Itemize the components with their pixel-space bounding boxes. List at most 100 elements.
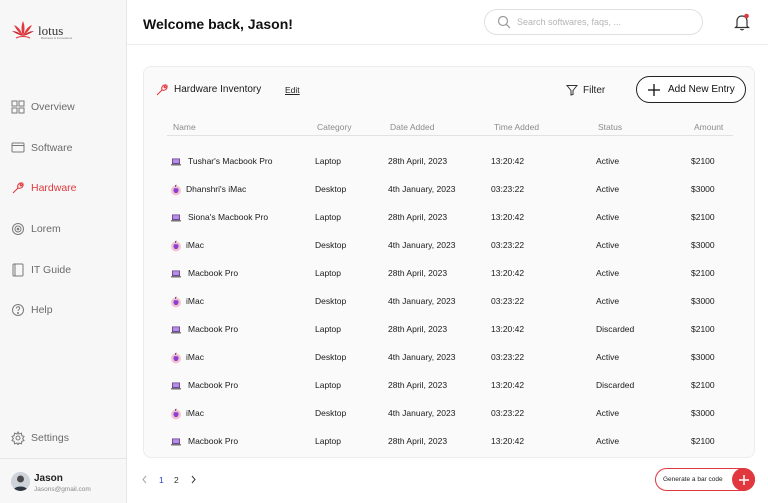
table-row[interactable]: Siona's Macbook Pro Laptop 28th April, 202… [144, 210, 756, 226]
cell-amount: $2100 [691, 380, 715, 390]
cell-category: Laptop [315, 156, 341, 166]
table-row[interactable]: iMac Desktop 4th January, 2023 03:23:22 Acti… [144, 406, 756, 422]
edit-link[interactable]: Edit [285, 85, 300, 95]
cell-status: Active [596, 296, 620, 306]
cell-date-added: 4th January, 2023 [388, 352, 456, 362]
cell-amount: $3000 [691, 352, 715, 362]
user-email: Jasons@gmail.com [34, 486, 91, 493]
cell-status: Active [596, 212, 620, 222]
sidebar-item-it-guide[interactable]: IT Guide [11, 260, 71, 280]
table-row[interactable]: iMac Desktop 4th January, 2023 03:23:22 Acti… [144, 294, 756, 310]
cell-category: Laptop [315, 212, 341, 222]
cell-name: iMac [186, 408, 204, 418]
sidebar-item-lorem[interactable]: Lorem [11, 219, 61, 239]
sidebar-item-label: Settings [31, 432, 69, 444]
divider [0, 458, 127, 459]
sidebar-item-label: Lorem [31, 223, 61, 235]
pagination-next[interactable] [190, 475, 197, 486]
cell-amount: $2100 [691, 156, 715, 166]
generate-barcode-plus-button[interactable] [732, 468, 755, 491]
avatar[interactable] [11, 472, 30, 491]
sidebar-item-help[interactable]: Help [11, 300, 53, 320]
cell-date-added: 28th April, 2023 [388, 268, 448, 278]
table-row[interactable]: iMac Desktop 4th January, 2023 03:23:22 Acti… [144, 350, 756, 366]
plus-icon [738, 474, 749, 485]
target-icon [11, 222, 25, 236]
book-icon [11, 263, 25, 277]
cell-status: Active [596, 268, 620, 278]
column-header-name[interactable]: Name [173, 122, 196, 132]
sidebar-item-hardware[interactable]: Hardware [11, 178, 77, 198]
search-input[interactable] [517, 17, 687, 27]
laptop-icon [170, 267, 182, 279]
pagination-prev[interactable] [141, 475, 148, 486]
table-row[interactable]: Tushar's Macbook Pro Laptop 28th April, 20… [144, 154, 756, 170]
cell-category: Desktop [315, 184, 347, 194]
cell-category: Laptop [315, 268, 341, 278]
column-header-date-added[interactable]: Date Added [390, 122, 434, 132]
laptop-icon [170, 323, 182, 335]
apple-icon [170, 351, 182, 364]
cell-name: iMac [186, 352, 204, 362]
notification-bell[interactable] [734, 13, 750, 31]
grid-icon [11, 100, 25, 114]
cell-time-added: 13:20:42 [491, 324, 525, 334]
cell-category: Laptop [315, 380, 341, 390]
sidebar-item-overview[interactable]: Overview [11, 97, 75, 117]
cell-date-added: 4th January, 2023 [388, 408, 456, 418]
plus-icon [648, 83, 660, 96]
search-icon [497, 15, 511, 29]
apple-icon [170, 295, 182, 308]
pagination-page-1[interactable]: 1 [159, 475, 164, 485]
filter-label: Filter [583, 84, 606, 96]
pagination-page-2[interactable]: 2 [174, 475, 179, 485]
table-row[interactable]: Macbook Pro Laptop 28th April, 2023 13:20:4… [144, 266, 756, 282]
monitor-icon [11, 141, 25, 155]
table-row[interactable]: Macbook Pro Laptop 28th April, 2023 13:20:4… [144, 322, 756, 338]
cell-status: Active [596, 436, 620, 446]
table-row[interactable]: iMac Desktop 4th January, 2023 03:23:22 Acti… [144, 238, 756, 254]
brand-tagline: Business & Innovations [41, 36, 73, 40]
help-circle-icon [11, 303, 25, 317]
hardware-inventory-card: Hardware Inventory Edit Filter Add New E… [143, 66, 755, 458]
sidebar-item-label: Software [31, 142, 73, 154]
table-row[interactable]: Macbook Pro Laptop 28th April, 2023 13:20:4… [144, 378, 756, 394]
table-row[interactable]: Dhanshri's iMac Desktop 4th January, 2023 0… [144, 182, 756, 198]
sidebar-item-settings[interactable]: Settings [11, 428, 69, 448]
filter-button[interactable]: Filter [566, 82, 605, 98]
cell-status: Active [596, 240, 620, 250]
laptop-icon [170, 379, 182, 391]
column-header-status[interactable]: Status [598, 122, 622, 132]
cell-date-added: 28th April, 2023 [388, 212, 448, 222]
search-bar[interactable] [484, 9, 703, 35]
sidebar-item-label: Hardware [31, 182, 77, 194]
cell-category: Laptop [315, 324, 341, 334]
cell-status: Active [596, 184, 620, 194]
cell-date-added: 4th January, 2023 [388, 184, 456, 194]
cell-time-added: 03:23:22 [491, 240, 525, 250]
table-row[interactable]: Macbook Pro Laptop 28th April, 2023 13:20:4… [144, 434, 756, 450]
cell-name: Macbook Pro [188, 380, 239, 390]
cell-amount: $2100 [691, 436, 715, 446]
cell-category: Desktop [315, 352, 347, 362]
sidebar: lotus Business & Innovations Overview So… [0, 0, 127, 503]
card-title: Hardware Inventory [174, 84, 262, 95]
laptop-icon [170, 435, 182, 447]
cell-name: iMac [186, 296, 204, 306]
column-header-category[interactable]: Category [317, 122, 352, 132]
sidebar-item-software[interactable]: Software [11, 138, 72, 158]
cell-category: Desktop [315, 296, 347, 306]
cell-date-added: 4th January, 2023 [388, 296, 456, 306]
cell-name: Tushar's Macbook Pro [188, 156, 273, 166]
cell-amount: $2100 [691, 268, 715, 278]
lotus-logo[interactable]: lotus Business & Innovations [11, 17, 81, 43]
cell-name: Macbook Pro [188, 436, 239, 446]
column-header-time-added[interactable]: Time Added [494, 122, 539, 132]
add-new-entry-button[interactable]: Add New Entry [636, 76, 746, 103]
column-header-amount[interactable]: Amount [694, 122, 723, 132]
cell-time-added: 03:23:22 [491, 408, 525, 418]
cell-time-added: 13:20:42 [491, 268, 525, 278]
generate-barcode-label: Generate a bar code [663, 476, 723, 483]
cell-date-added: 4th January, 2023 [388, 240, 456, 250]
user-name: Jason [34, 473, 63, 484]
